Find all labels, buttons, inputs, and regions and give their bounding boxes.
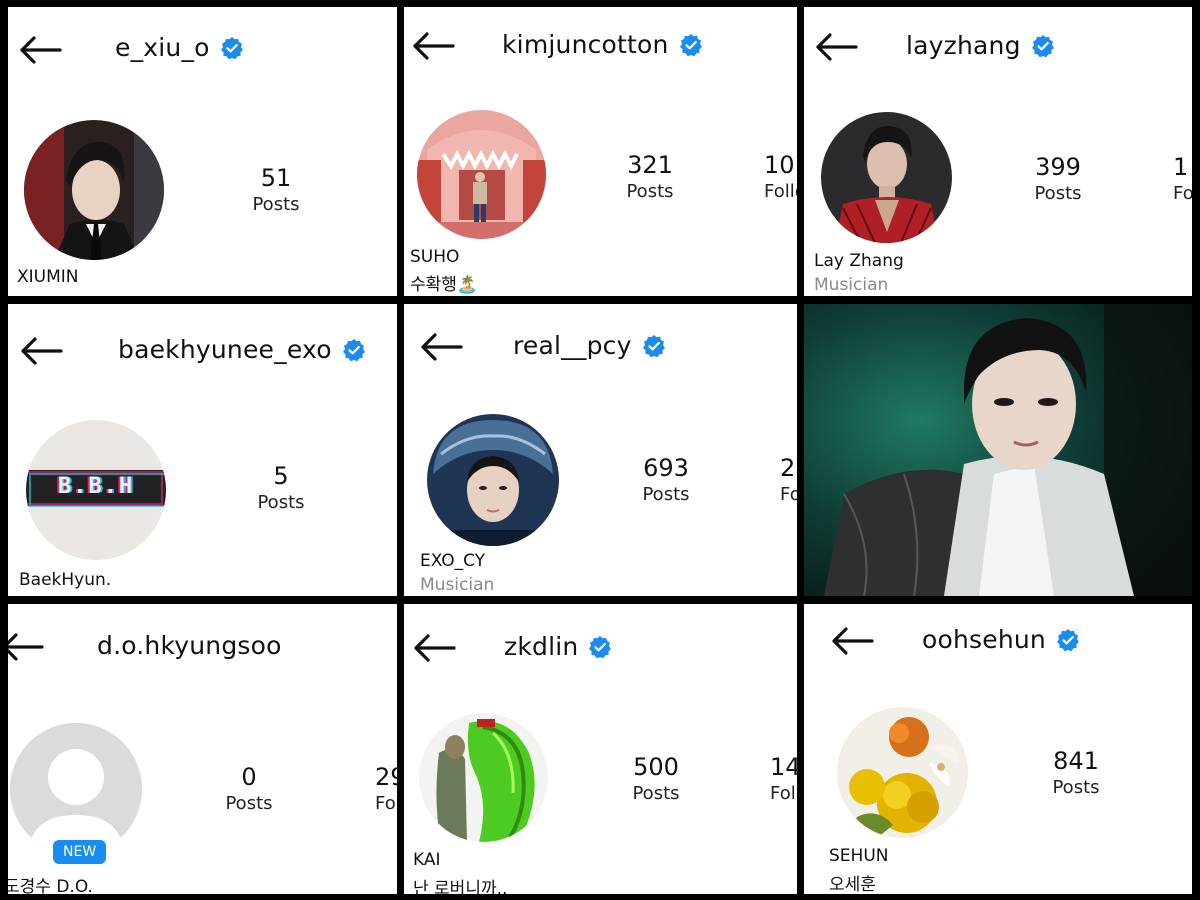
posts-label: Posts	[257, 491, 305, 513]
posts-count: 693	[643, 454, 689, 482]
followers-count: 14	[770, 753, 797, 781]
back-arrow-icon[interactable]	[814, 32, 858, 62]
posts-stat[interactable]: 321 Posts	[610, 151, 690, 203]
portrait-photo	[804, 304, 1192, 596]
avatar[interactable]	[821, 112, 952, 243]
profile-panel-sehun: oohsehun 841 Posts SEHUN 오세훈	[804, 604, 1192, 894]
profile-panel-dyo: d.o.hkyungsoo NEW 0 Posts 29 Follo 도경수 D…	[8, 604, 397, 894]
posts-label: Posts	[632, 782, 680, 804]
posts-stat[interactable]: 500 Posts	[616, 753, 696, 805]
profile-name: SEHUN	[829, 846, 889, 866]
posts-label: Posts	[225, 792, 273, 814]
verified-badge-icon	[679, 33, 703, 57]
back-arrow-icon[interactable]	[419, 332, 463, 362]
posts-count: 399	[1035, 153, 1081, 181]
profile-panel-suho: kimjuncotton 321 Posts 10 Follo SUHO 수확행…	[404, 7, 797, 296]
profile-handle: e_xiu_o	[115, 33, 210, 62]
profile-handle: oohsehun	[922, 625, 1046, 654]
followers-count: 1	[1173, 153, 1189, 181]
followers-stat[interactable]: 29 Follo	[375, 763, 397, 815]
profile-handle: zkdlin	[504, 632, 579, 661]
posts-count: 500	[633, 753, 679, 781]
profile-handle: kimjuncotton	[502, 30, 669, 59]
posts-count: 51	[260, 164, 292, 192]
profile-bio: 난 로버니까..	[413, 879, 508, 894]
followers-stat[interactable]: 10 Follo	[764, 151, 797, 203]
profile-panel-kai: zkdlin 500 Posts 14 Fol KAI 난 로버니까..	[404, 604, 797, 894]
back-arrow-icon[interactable]	[830, 626, 874, 656]
profile-name: BaekHyun.	[19, 570, 112, 590]
verified-badge-icon	[1031, 34, 1055, 58]
profile-name: Lay Zhang	[814, 251, 904, 271]
back-arrow-icon[interactable]	[412, 633, 456, 663]
default-avatar[interactable]	[10, 723, 142, 855]
profile-panel-xiumin: e_xiu_o 51 Posts XIUMIN	[8, 7, 397, 296]
posts-stat[interactable]: 399 Posts	[1018, 153, 1098, 205]
back-arrow-icon[interactable]	[18, 35, 62, 65]
followers-stat[interactable]: 14 Fol	[770, 753, 797, 805]
followers-label: Follo	[764, 180, 797, 202]
avatar[interactable]	[419, 713, 548, 842]
verified-badge-icon	[342, 338, 366, 362]
posts-stat[interactable]: 693 Posts	[626, 454, 706, 506]
posts-label: Posts	[1034, 182, 1082, 204]
profile-handle: baekhyunee_exo	[118, 335, 332, 364]
posts-count: 5	[273, 462, 289, 490]
followers-count: 10	[764, 151, 795, 179]
profile-handle: layzhang	[906, 31, 1021, 60]
avatar[interactable]	[427, 414, 559, 546]
posts-label: Posts	[642, 483, 690, 505]
followers-label: Fol	[770, 782, 796, 804]
profile-name: XIUMIN	[17, 267, 79, 287]
avatar[interactable]	[417, 110, 546, 239]
followers-stat[interactable]: 2 Fo	[780, 454, 797, 506]
followers-label: Fo	[780, 483, 797, 505]
profile-bio: 오세훈	[829, 875, 876, 894]
posts-count: 841	[1053, 747, 1099, 775]
profile-name: SUHO	[410, 247, 460, 267]
avatar[interactable]	[837, 707, 968, 838]
posts-stat[interactable]: 51 Posts	[236, 164, 316, 216]
profile-photo-panel	[804, 304, 1192, 596]
followers-stat[interactable]: 1 Fo	[1173, 153, 1192, 205]
back-arrow-icon[interactable]	[8, 632, 44, 662]
profile-name: 도경수 D.O.	[8, 877, 93, 894]
verified-badge-icon	[642, 334, 666, 358]
posts-stat[interactable]: 841 Posts	[1036, 747, 1116, 799]
profile-panel-chanyeol: real__pcy 693 Posts 2 Fo EXO_CY Musician	[404, 304, 797, 596]
new-badge: NEW	[53, 840, 107, 864]
avatar[interactable]	[24, 120, 164, 260]
profile-handle: real__pcy	[513, 331, 632, 360]
posts-count: 0	[241, 763, 257, 791]
back-arrow-icon[interactable]	[19, 336, 63, 366]
verified-badge-icon	[1056, 628, 1080, 652]
followers-label: Follo	[375, 792, 397, 814]
followers-label: Fo	[1173, 182, 1192, 204]
verified-badge-icon	[220, 36, 244, 60]
posts-label: Posts	[1052, 776, 1100, 798]
followers-count: 2	[780, 454, 796, 482]
followers-count: 29	[375, 763, 397, 791]
back-arrow-icon[interactable]	[411, 31, 455, 61]
profile-name: EXO_CY	[420, 551, 486, 571]
profile-name: KAI	[413, 850, 441, 870]
profile-category: Musician	[814, 275, 889, 295]
posts-stat[interactable]: 0 Posts	[209, 763, 289, 815]
profile-panel-baekhyun: baekhyunee_exo B.B.H 5 Posts BaekHyun.	[8, 304, 397, 596]
profile-handle: d.o.hkyungsoo	[97, 631, 282, 660]
posts-label: Posts	[626, 180, 674, 202]
posts-stat[interactable]: 5 Posts	[241, 462, 321, 514]
posts-count: 321	[627, 151, 673, 179]
avatar-logo-text: B.B.H	[57, 474, 135, 499]
avatar[interactable]: B.B.H	[26, 420, 166, 560]
verified-badge-icon	[588, 635, 612, 659]
profile-bio: 수확행🏝️	[410, 275, 479, 295]
profile-category: Musician	[420, 575, 495, 595]
profile-panel-lay: layzhang 399 Posts 1 Fo Lay Zhang Musici…	[804, 7, 1192, 296]
posts-label: Posts	[252, 193, 300, 215]
